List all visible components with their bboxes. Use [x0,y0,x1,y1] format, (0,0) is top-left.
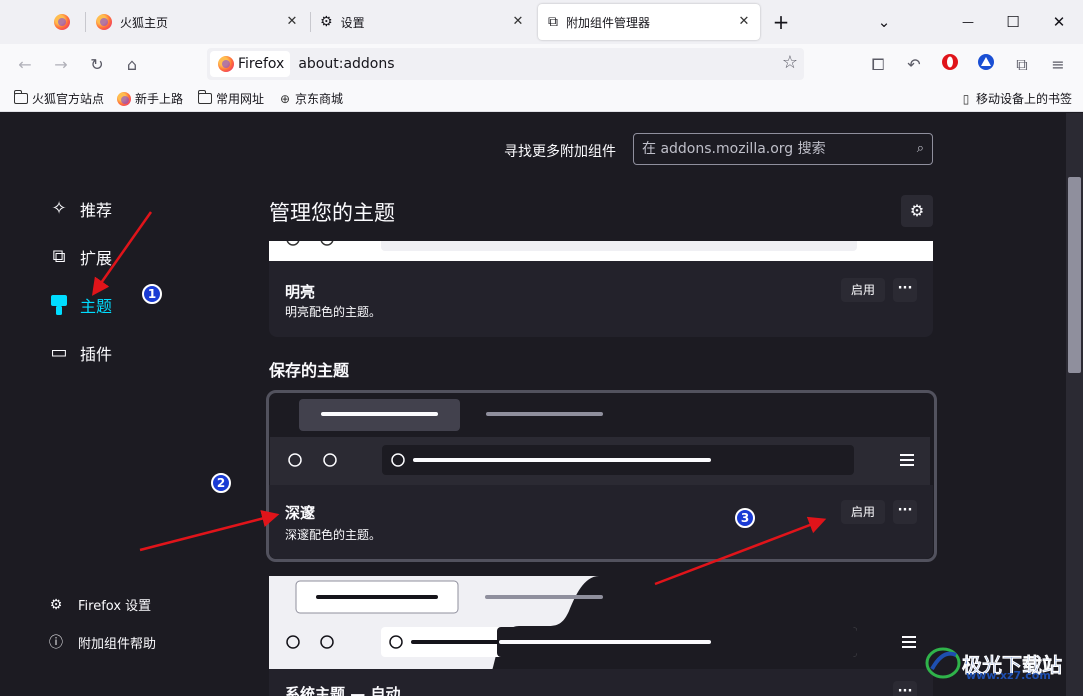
bookmark-item[interactable]: ⊕ 京东商城 [278,90,343,107]
firefox-icon [54,14,70,30]
extensions-button[interactable]: ⧉ [1010,53,1034,77]
url-text[interactable]: about:addons [298,56,394,72]
list-all-tabs-button[interactable]: ⌄ [872,10,896,34]
tab-label: 设置 [340,15,365,30]
bookmark-label: 移动设备上的书签 [976,92,1073,106]
bookmark-item[interactable]: 新手上路 [117,90,183,107]
bookmarks-toolbar: 火狐官方站点 新手上路 常用网址 ⊕ 京东商城 ▯ 移动设备上的书签 [0,86,1083,112]
tab-firefox-pinned[interactable] [46,4,78,40]
tab-label: 火狐主页 [120,15,169,30]
navigation-toolbar: ← → ↻ ⌂ Firefox about:addons ☆ ⧠ ↶ ⧉ ≡ [0,44,1083,86]
folder-icon [13,90,28,104]
arrow-to-themes [91,211,153,296]
bookmark-label: 常用网址 [216,92,265,106]
menu-hamburger-icon[interactable]: ≡ [1046,53,1070,77]
bookmark-item[interactable]: 火狐官方站点 [13,90,105,107]
reload-button[interactable]: ↻ [85,53,109,77]
mobile-bookmarks[interactable]: ▯ 移动设备上的书签 [959,90,1072,107]
opera-extension-icon[interactable] [938,53,962,77]
addons-page: 寻找更多附加组件 ⌕ ✧ 推荐 ⧉ 扩展 主题 ▭ 插件 ⚙ Firefox 设… [0,113,1083,696]
puzzle-icon: ⧉ [548,14,558,30]
bookmark-label: 京东商城 [295,92,344,106]
tab-label: 附加组件管理器 [566,15,651,30]
url-bar[interactable]: Firefox about:addons ☆ [207,48,804,80]
tab-settings[interactable]: ⚙ 设置 ✕ [312,4,534,40]
home-button[interactable]: ⌂ [120,53,144,77]
bookmark-label: 火狐官方站点 [32,92,105,106]
annotation-badge-2: 2 [211,473,231,493]
new-tab-button[interactable]: + [769,10,793,34]
watermark-url: www.xz7.com [966,669,1051,682]
triangle-logo-icon [978,54,994,70]
tab-strip: 火狐主页 ✕ ⚙ 设置 ✕ ⧉ 附加组件管理器 ✕ + ⌄ — ☐ ✕ [0,0,1083,44]
close-tab-icon[interactable]: ✕ [510,14,526,30]
folder-icon [197,90,212,104]
globe-icon: ⊕ [279,91,291,106]
gear-icon: ⚙ [320,14,333,30]
undo-close-tab-icon[interactable]: ↶ [902,53,926,77]
screenshot-crop-icon[interactable]: ⧠ [866,53,890,77]
firefox-icon [117,91,131,106]
forward-button[interactable]: → [49,53,73,77]
bookmark-item[interactable]: 常用网址 [197,90,265,107]
watermark-logo-icon [925,647,961,679]
firefox-icon [96,14,112,30]
close-tab-icon[interactable]: ✕ [284,14,300,30]
annotation-arrows [91,211,827,586]
identity-label: Firefox [238,56,285,72]
identity-box[interactable]: Firefox [210,51,291,77]
tab-addons-manager[interactable]: ⧉ 附加组件管理器 ✕ [538,4,760,40]
minimize-button[interactable]: — [956,10,980,34]
bookmark-label: 新手上路 [135,92,184,106]
back-button[interactable]: ← [13,53,37,77]
opera-logo-icon [942,54,958,70]
proton-extension-icon[interactable] [974,53,998,77]
tab-separator [310,12,311,32]
annotation-badge-3: 3 [735,508,755,528]
close-window-button[interactable]: ✕ [1047,10,1071,34]
arrow-to-dark-theme [139,510,280,552]
maximize-button[interactable]: ☐ [1001,10,1025,34]
annotation-badge-1: 1 [142,284,162,304]
mobile-icon: ▯ [962,91,970,106]
bookmark-star-icon[interactable]: ☆ [782,52,798,73]
close-tab-icon[interactable]: ✕ [736,14,752,30]
firefox-icon [218,56,234,72]
tab-firefox-home[interactable]: 火狐主页 ✕ [88,4,308,40]
tab-separator [85,12,86,32]
arrow-to-enable [654,516,827,586]
site-watermark: 极光下载站 www.xz7.com [924,645,1062,682]
